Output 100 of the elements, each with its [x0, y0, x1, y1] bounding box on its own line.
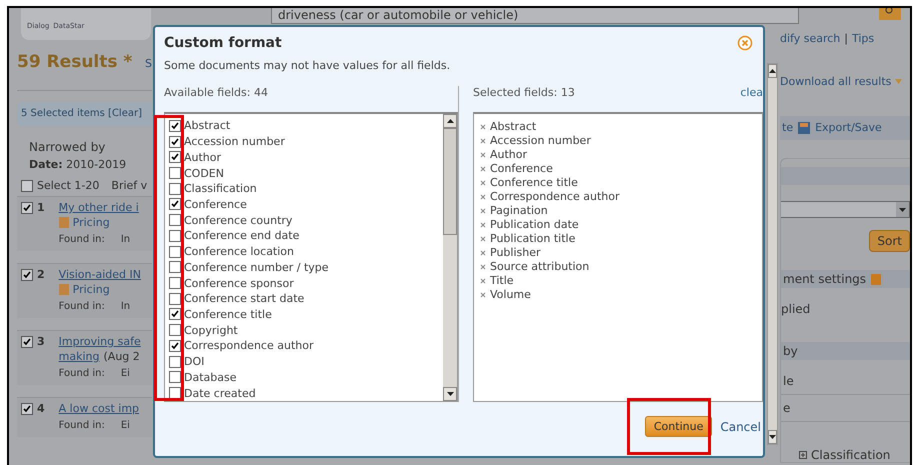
result-date: (Aug 2 — [104, 350, 140, 363]
dialog-scrollbar[interactable] — [767, 63, 778, 445]
link-text[interactable]: S — [145, 57, 152, 70]
field-checkbox[interactable] — [169, 340, 181, 352]
field-label: Conference country — [184, 214, 292, 227]
result-checkbox[interactable] — [21, 268, 33, 280]
list-scrollbar[interactable] — [443, 114, 457, 401]
modify-search-link[interactable]: dify search — [780, 32, 840, 45]
field-checkbox[interactable] — [169, 261, 181, 274]
narrow-item[interactable]: e — [781, 395, 910, 422]
field-checkbox[interactable] — [169, 120, 181, 132]
remove-icon[interactable] — [480, 152, 486, 158]
sort-button[interactable]: Sort — [869, 230, 910, 252]
remove-icon[interactable] — [480, 208, 486, 214]
pricing-link[interactable]: Pricing — [72, 283, 110, 296]
settings-heading-text: ment settings — [783, 271, 866, 288]
tree-item[interactable]: Classification — [811, 448, 890, 462]
remove-icon[interactable] — [480, 292, 486, 298]
remove-icon[interactable] — [480, 166, 486, 172]
field-label: Correspondence author — [184, 339, 314, 352]
cancel-link[interactable]: Cancel — [720, 420, 761, 434]
remove-icon[interactable] — [480, 250, 486, 256]
field-option[interactable]: Conference — [169, 196, 443, 212]
tips-link[interactable]: Tips — [852, 32, 874, 45]
field-option[interactable]: Conference title — [169, 306, 443, 322]
narrowed-heading: Narrowed by — [29, 140, 106, 154]
select-all-checkbox[interactable] — [21, 180, 33, 192]
field-label: Conference sponsor — [184, 276, 294, 290]
search-field[interactable]: driveness (car or automobile or vehicle) — [271, 8, 799, 24]
field-checkbox[interactable] — [169, 230, 181, 242]
field-option[interactable]: Conference location — [169, 244, 443, 260]
remove-icon[interactable] — [480, 180, 486, 186]
found-value: In — [120, 234, 130, 245]
field-option[interactable]: Database — [169, 370, 443, 386]
field-checkbox[interactable] — [169, 277, 181, 290]
field-option[interactable]: Conference country — [169, 212, 443, 228]
up-arrow-icon[interactable] — [769, 69, 776, 73]
field-option[interactable]: Date created — [169, 385, 443, 401]
field-checkbox[interactable] — [169, 151, 181, 164]
field-checkbox[interactable] — [169, 292, 181, 305]
field-option[interactable]: Conference start date — [169, 290, 443, 307]
download-link[interactable]: Download all results — [780, 75, 892, 88]
field-option[interactable]: Abstract — [169, 118, 443, 134]
result-checkbox[interactable] — [21, 402, 33, 414]
result-title-link[interactable]: My other ride i — [58, 201, 139, 214]
field-checkbox[interactable] — [169, 308, 181, 320]
field-checkbox[interactable] — [169, 371, 181, 384]
field-checkbox[interactable] — [169, 387, 181, 400]
field-checkbox[interactable] — [169, 324, 181, 336]
selected-field: Source attribution — [490, 260, 590, 274]
result-checkbox[interactable] — [21, 336, 33, 348]
narrow-item[interactable]: le — [781, 368, 910, 395]
remove-icon[interactable] — [480, 264, 486, 270]
field-option[interactable]: DOI — [169, 354, 443, 370]
remove-icon[interactable] — [480, 124, 486, 130]
remove-icon[interactable] — [480, 194, 486, 200]
result-title-link[interactable]: A low cost imp — [58, 402, 140, 415]
remove-icon[interactable] — [480, 278, 486, 284]
view-label: Brief v — [111, 179, 148, 192]
field-label: Accession number — [184, 135, 285, 148]
down-arrow-icon[interactable] — [769, 435, 776, 439]
field-checkbox[interactable] — [169, 182, 181, 195]
toolbar-link[interactable]: te — [782, 116, 794, 140]
field-checkbox[interactable] — [169, 356, 181, 368]
result-title-link[interactable]: Improving safe — [58, 335, 141, 348]
up-arrow-icon[interactable] — [446, 119, 454, 123]
expand-icon[interactable] — [799, 451, 807, 459]
result-number: 2 — [37, 268, 45, 281]
field-option[interactable]: Conference end date — [169, 228, 443, 244]
field-checkbox[interactable] — [169, 198, 181, 210]
field-option[interactable]: Author — [169, 149, 443, 166]
down-arrow-icon[interactable] — [446, 392, 454, 396]
field-checkbox[interactable] — [169, 167, 181, 180]
export-save-link[interactable]: Export/Save — [815, 116, 882, 140]
remove-icon[interactable] — [480, 222, 486, 228]
result-checkbox[interactable] — [21, 202, 33, 214]
pricing-link[interactable]: Pricing — [72, 216, 110, 229]
field-option[interactable]: CODEN — [169, 165, 443, 181]
field-option[interactable]: Accession number — [169, 134, 443, 150]
clear-link[interactable]: clea — [740, 86, 763, 102]
remove-icon[interactable] — [480, 236, 486, 242]
field-option[interactable]: Conference number / type — [169, 259, 443, 276]
field-checkbox[interactable] — [169, 214, 181, 226]
down-arrow-icon[interactable] — [899, 208, 906, 212]
field-option[interactable]: Correspondence author — [169, 338, 443, 354]
field-option[interactable]: Conference sponsor — [169, 275, 443, 291]
found-value: Ei — [120, 368, 130, 379]
field-option[interactable]: Copyright — [169, 322, 443, 338]
result-title-link[interactable]: Vision-aided IN — [58, 268, 141, 281]
result-title-link[interactable]: making — [58, 350, 100, 363]
field-checkbox[interactable] — [169, 246, 181, 258]
selected-field: Correspondence author — [490, 190, 620, 204]
field-checkbox[interactable] — [169, 136, 181, 148]
selected-field: Pagination — [490, 204, 548, 218]
remove-icon[interactable] — [480, 138, 486, 144]
separator-text: | — [844, 32, 848, 45]
field-option[interactable]: Classification — [169, 180, 443, 197]
dialog-title: Custom format — [164, 35, 282, 51]
sort-select[interactable] — [781, 201, 910, 218]
continue-button[interactable]: Continue — [644, 416, 712, 437]
